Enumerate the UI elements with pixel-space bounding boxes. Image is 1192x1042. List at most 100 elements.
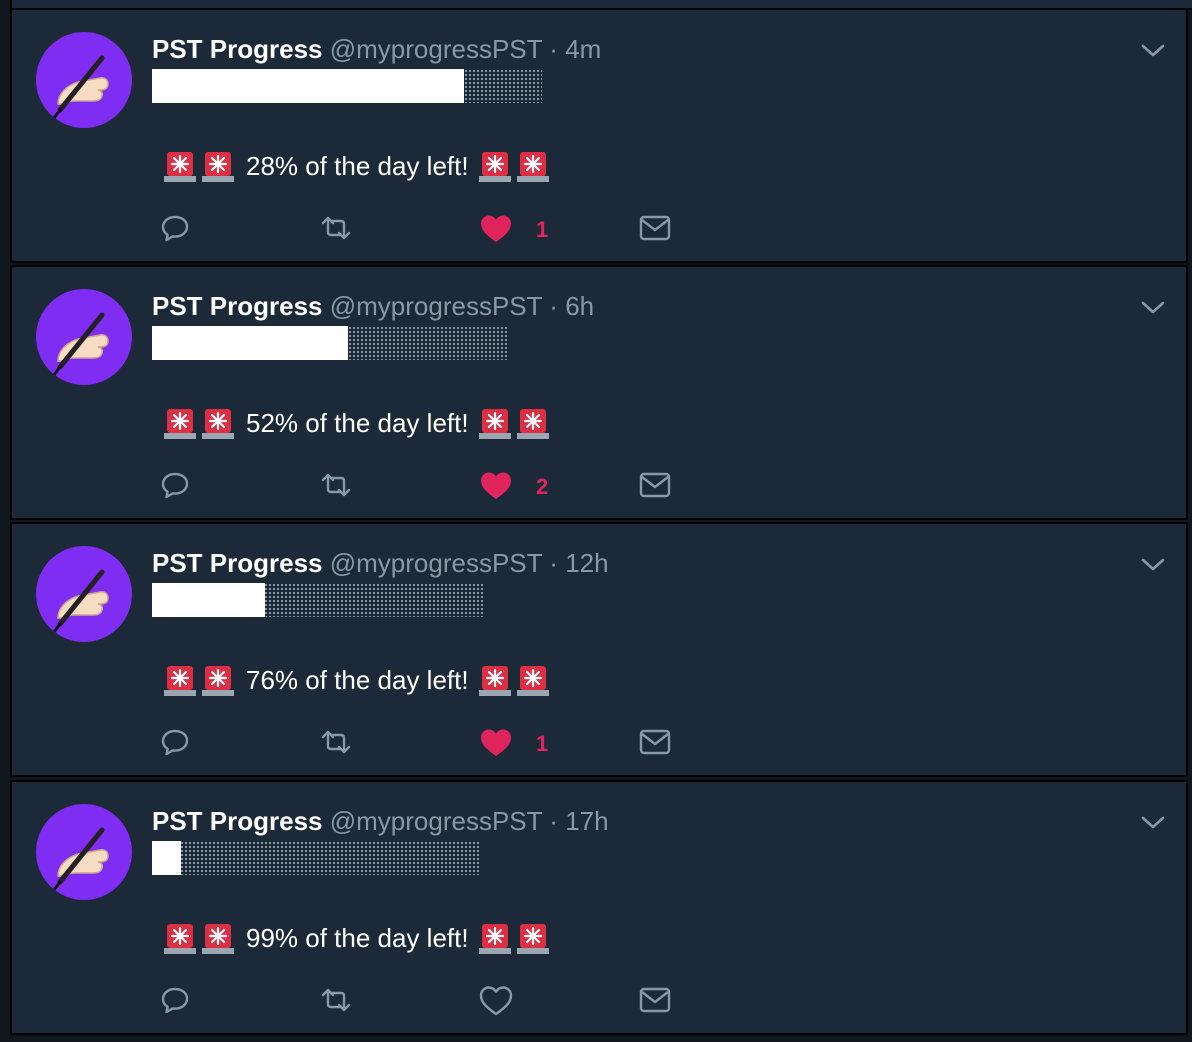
tweet-text: 52% of the day left! [162,403,553,443]
retweet-button[interactable] [316,982,356,1022]
direct-message-button[interactable] [638,982,672,1022]
tweet-message: 76% of the day left! [246,664,469,695]
chevron-down-icon[interactable] [1138,36,1168,66]
avatar[interactable] [36,804,132,900]
siren-emoji-icon [162,148,198,184]
timestamp[interactable]: 17h [565,806,608,836]
display-name[interactable]: PST Progress [152,34,323,64]
direct-message-button[interactable] [638,724,672,764]
reply-icon [158,983,192,1022]
siren-emoji-icon [477,148,513,184]
direct-message-button[interactable] [638,467,672,507]
heart-outline-icon [478,983,514,1022]
like-count: 2 [536,474,549,499]
siren-emoji-icon [515,405,551,441]
timestamp[interactable]: 6h [565,291,594,321]
avatar[interactable] [36,289,132,385]
envelope-icon [638,468,672,507]
retweet-icon [316,983,356,1022]
tweet-text: 76% of the day left! [162,660,553,700]
retweet-button[interactable] [316,210,356,250]
progress-bar [152,841,479,875]
progress-bar [152,326,509,360]
progress-bar-fill [152,326,348,360]
tweet-header: PST Progress @myprogressPST · 4m [152,32,601,66]
siren-emoji-icon [200,148,236,184]
progress-bar [152,583,484,617]
retweet-icon [316,725,356,764]
tweet-header: PST Progress @myprogressPST · 12h [152,546,609,580]
progress-bar-fill [152,69,464,103]
user-handle[interactable]: @myprogressPST [330,806,542,836]
chevron-down-icon[interactable] [1138,550,1168,580]
tweet[interactable]: PST Progress @myprogressPST · 6h 52% of … [10,265,1188,520]
tweet-header: PST Progress @myprogressPST · 6h [152,289,594,323]
reply-button[interactable] [158,210,192,250]
separator-dot: · [549,806,558,836]
progress-bar-track [152,841,479,875]
heart-filled-icon [478,468,514,507]
like-button[interactable] [478,982,536,1022]
tweet[interactable]: PST Progress @myprogressPST · 17h 99% of… [10,780,1188,1035]
avatar[interactable] [36,546,132,642]
reply-icon [158,725,192,764]
tweet-header: PST Progress @myprogressPST · 17h [152,804,609,838]
reply-button[interactable] [158,467,192,507]
heart-filled-icon [478,725,514,764]
user-handle[interactable]: @myprogressPST [330,291,542,321]
separator-dot: · [549,291,558,321]
progress-bar-fill [152,583,265,617]
tweet-message: 52% of the day left! [246,407,469,438]
siren-emoji-icon [477,662,513,698]
retweet-button[interactable] [316,467,356,507]
reply-button[interactable] [158,724,192,764]
retweet-icon [316,468,356,507]
envelope-icon [638,983,672,1022]
siren-emoji-icon [200,920,236,956]
envelope-icon [638,211,672,250]
retweet-icon [316,211,356,250]
siren-emoji-icon [162,920,198,956]
like-button[interactable]: 1 [478,210,548,250]
tweet-actions [12,982,1186,1022]
separator-dot: · [549,548,558,578]
tweet-message: 28% of the day left! [246,150,469,181]
reply-icon [158,468,192,507]
tweet-text: 28% of the day left! [162,146,553,186]
direct-message-button[interactable] [638,210,672,250]
avatar[interactable] [36,32,132,128]
siren-emoji-icon [515,148,551,184]
user-handle[interactable]: @myprogressPST [330,548,542,578]
tweet-actions: 1 [12,724,1186,764]
like-count: 1 [536,217,549,242]
tweet-actions: 2 [12,467,1186,507]
reply-button[interactable] [158,982,192,1022]
siren-emoji-icon [200,662,236,698]
heart-filled-icon [478,211,514,250]
tweet[interactable]: PST Progress @myprogressPST · 12h 76% of… [10,522,1188,777]
timestamp[interactable]: 12h [565,548,608,578]
retweet-button[interactable] [316,724,356,764]
separator-dot: · [549,34,558,64]
chevron-down-icon[interactable] [1138,808,1168,838]
timestamp[interactable]: 4m [565,34,601,64]
siren-emoji-icon [515,662,551,698]
siren-emoji-icon [200,405,236,441]
tweet[interactable]: PST Progress @myprogressPST · 4m 28% of … [10,8,1188,263]
tweet-message: 99% of the day left! [246,922,469,953]
progress-bar-fill [152,841,181,875]
progress-bar [152,69,542,103]
siren-emoji-icon [162,662,198,698]
envelope-icon [638,725,672,764]
like-button[interactable]: 1 [478,724,548,764]
chevron-down-icon[interactable] [1138,293,1168,323]
display-name[interactable]: PST Progress [152,548,323,578]
tweet-text: 99% of the day left! [162,918,553,958]
like-count: 1 [536,731,549,756]
display-name[interactable]: PST Progress [152,806,323,836]
siren-emoji-icon [162,405,198,441]
like-button[interactable]: 2 [478,467,548,507]
reply-icon [158,211,192,250]
display-name[interactable]: PST Progress [152,291,323,321]
user-handle[interactable]: @myprogressPST [330,34,542,64]
